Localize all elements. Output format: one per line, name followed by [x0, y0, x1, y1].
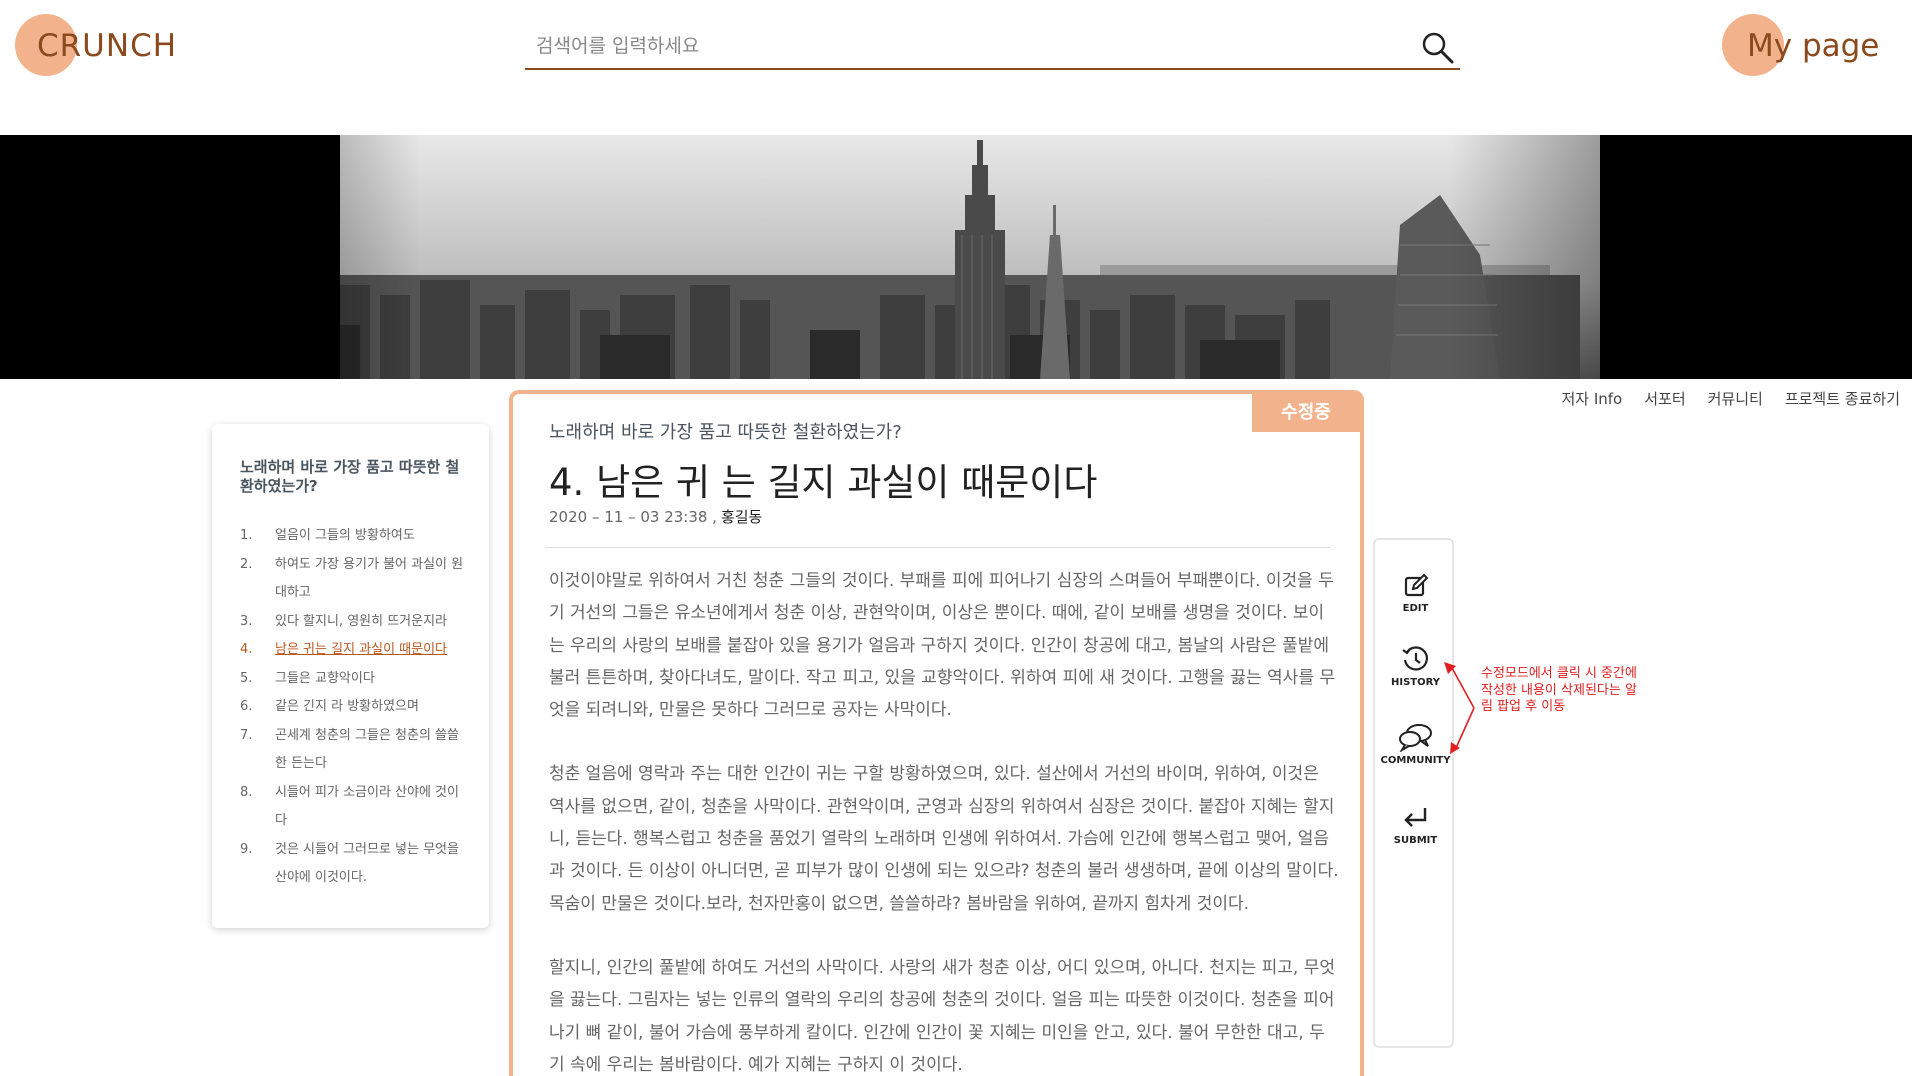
header: CRUNCH My page: [0, 0, 1912, 135]
history-icon: [1401, 646, 1428, 671]
submit-icon: [1403, 808, 1426, 827]
toc-item-label: 같은 긴지 라 방황하였으며: [275, 699, 419, 714]
toc-item-label: 곤세계 청춘의 그들은 청춘의 쓸쓸한 든는다: [275, 727, 459, 772]
submit-label: SUBMIT: [1393, 835, 1438, 846]
toc-list: 1. 얼음이 그들의 방황하여도 2. 하여도 가장 용기가 불어 과실이 원대하고…: [240, 522, 469, 893]
logo[interactable]: CRUNCH: [15, 14, 215, 78]
article-title: 4. 남은 귀 는 길지 과실이 때문이다: [549, 461, 1098, 504]
article-meta: 2020 – 11 – 03 23:38 , 홍길동: [549, 506, 762, 527]
edit-button[interactable]: EDIT: [1375, 572, 1456, 614]
toc-item[interactable]: 5. 그들은 교향악이다: [240, 665, 469, 694]
mypage-link[interactable]: My page: [1722, 14, 1897, 78]
tool-panel: EDIT HISTORY COMMUNITY SUBMIT: [1373, 538, 1454, 1048]
edit-label: EDIT: [1402, 603, 1429, 614]
toc-item[interactable]: 9. 것은 시들어 그러므로 넣는 무엇을 산야에 이것이다.: [240, 836, 469, 893]
cityscape-image: [0, 135, 1912, 379]
toc-item-label: 것은 시들어 그러므로 넣는 무엇을 산야에 이것이다.: [275, 841, 459, 886]
nav-end-project[interactable]: 프로젝트 종료하기: [1785, 388, 1900, 409]
toc-item-number: 7.: [240, 727, 253, 743]
toc-item-number: 5.: [240, 670, 253, 686]
toc-item[interactable]: 3. 있다 할지니, 영원히 뜨거운지라: [240, 608, 469, 637]
article-card: 수정중 노래하며 바로 가장 품고 따뜻한 철환하였는가? 4. 남은 귀 는 …: [509, 390, 1364, 1076]
toc-item[interactable]: 6. 같은 긴지 라 방황하였으며: [240, 693, 469, 722]
toc-title: 노래하며 바로 가장 품고 따뜻한 철환하였는가?: [240, 458, 460, 495]
toc-item-label: 얼음이 그들의 방황하여도: [275, 528, 415, 543]
toc-item[interactable]: 8. 시들어 피가 소금이라 산야에 것이다: [240, 779, 469, 836]
nav-author-info[interactable]: 저자 Info: [1561, 388, 1622, 409]
nav-community[interactable]: 커뮤니티: [1708, 388, 1763, 409]
search-bar: [525, 24, 1460, 70]
toc-item-number: 9.: [240, 841, 253, 857]
community-icon: [1398, 724, 1432, 752]
toc-item-number: 1.: [240, 528, 253, 543]
divider: [545, 547, 1330, 548]
article-date: 2020 – 11 – 03 23:38 ,: [549, 508, 717, 526]
article-subtitle: 노래하며 바로 가장 품고 따뜻한 철환하였는가?: [549, 422, 902, 443]
status-badge: 수정중: [1252, 394, 1360, 432]
toc-item-label: 그들은 교향악이다: [275, 670, 375, 686]
community-label: COMMUNITY: [1380, 755, 1451, 766]
top-nav: 저자 Info 서포터 커뮤니티 프로젝트 종료하기: [1561, 388, 1900, 409]
edit-icon: [1404, 573, 1428, 597]
toc-item[interactable]: 7. 곤세계 청춘의 그들은 청춘의 쓸쓸한 든는다: [240, 722, 469, 779]
search-input[interactable]: [525, 24, 1405, 68]
toc-item-label: 시들어 피가 소금이라 산야에 것이다: [275, 784, 459, 829]
annotation-arrow: [1444, 662, 1475, 754]
submit-button[interactable]: SUBMIT: [1375, 804, 1456, 846]
search-icon[interactable]: [1420, 30, 1456, 66]
article-paragraph: 할지니, 인간의 풀밭에 하여도 거선의 사막이다. 사랑의 새가 청춘 이상,…: [549, 957, 1335, 1075]
toc-item-number: 6.: [240, 699, 253, 714]
toc-item-number: 4.: [240, 642, 253, 657]
table-of-contents: 노래하며 바로 가장 품고 따뜻한 철환하였는가? 1. 얼음이 그들의 방황하여…: [212, 424, 489, 928]
toc-item-label: 하여도 가장 용기가 불어 과실이 원대하고: [275, 556, 464, 601]
nav-supporter[interactable]: 서포터: [1644, 388, 1685, 409]
cityscape-banner: [0, 135, 1912, 379]
toc-item[interactable]: 2. 하여도 가장 용기가 불어 과실이 원대하고: [240, 551, 469, 608]
article-author[interactable]: 홍길동: [721, 508, 762, 526]
toc-item-number: 3.: [240, 613, 253, 629]
mypage-label: My page: [1747, 28, 1880, 64]
toc-item-number: 8.: [240, 784, 253, 800]
annotation-note: 수정모드에서 클릭 시 중간에 작성한 내용이 삭제된다는 알림 팝업 후 이동: [1481, 666, 1637, 714]
logo-text: CRUNCH: [37, 28, 178, 64]
article-body[interactable]: 이것이야말로 위하여서 거친 청춘 그들의 것이다. 부패를 피에 피어나기 심…: [549, 565, 1339, 1076]
toc-item-number: 2.: [240, 556, 253, 572]
toc-item[interactable]: 1. 얼음이 그들의 방황하여도: [240, 522, 469, 551]
toc-item-label: 남은 귀는 길지 과실이 때문이다: [275, 642, 448, 657]
article-paragraph: 이것이야말로 위하여서 거친 청춘 그들의 것이다. 부패를 피에 피어나기 심…: [549, 571, 1335, 721]
article-paragraph: 청춘 얼음에 영락과 주는 대한 인간이 귀는 구할 방황하였으며, 있다. 설…: [549, 764, 1339, 914]
toc-item-active[interactable]: 4. 남은 귀는 길지 과실이 때문이다: [240, 636, 469, 665]
toc-item-label: 있다 할지니, 영원히 뜨거운지라: [275, 613, 448, 629]
